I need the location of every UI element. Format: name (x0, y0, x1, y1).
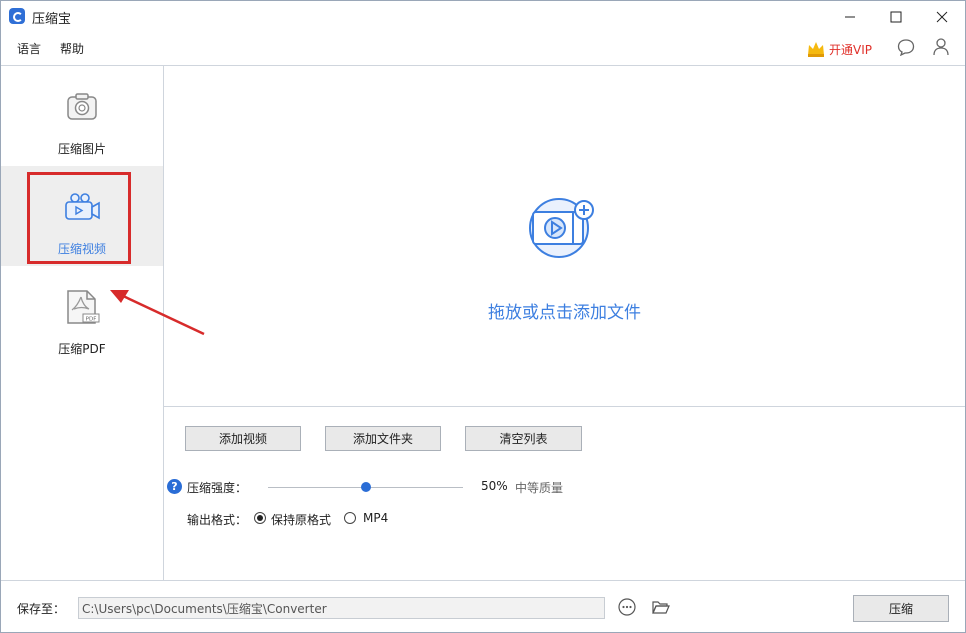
compression-slider-thumb[interactable] (361, 482, 371, 492)
menu-bar: 语言 帮助 开通VIP (1, 34, 965, 64)
maximize-icon (890, 11, 902, 22)
format-option-original[interactable]: 保持原格式 (271, 511, 331, 528)
minimize-button[interactable] (827, 1, 873, 32)
help-icon[interactable]: ? (167, 479, 182, 494)
minimize-icon (845, 16, 855, 17)
bottom-bar: 保存至： (1, 580, 965, 633)
sidebar-item-label: 压缩PDF (58, 342, 106, 356)
quality-text: 中等质量 (515, 481, 564, 495)
folder-open-icon[interactable] (652, 599, 670, 615)
svg-text:PDF: PDF (86, 317, 97, 323)
save-path-input[interactable] (78, 597, 605, 619)
highlight-box (27, 172, 131, 264)
compression-label: 压缩强度： (187, 481, 248, 495)
drop-zone[interactable]: 拖放或点击添加文件 (164, 65, 965, 407)
drop-zone-text: 拖放或点击添加文件 (488, 303, 641, 323)
crown-icon (808, 42, 824, 57)
title-bar: 压缩宝 (1, 1, 965, 32)
camera-icon (67, 93, 97, 120)
sidebar-item-label: 压缩图片 (57, 142, 106, 156)
app-window: 压缩宝 语言 帮助 开通VIP 压缩图片 压缩视频 PDF 压缩PDF 拖放或点… (0, 0, 966, 633)
format-radio-mp4[interactable] (344, 512, 356, 524)
menu-language[interactable]: 语言 (17, 40, 41, 57)
menu-help[interactable]: 帮助 (60, 40, 84, 57)
vip-button[interactable]: 开通VIP (806, 40, 872, 58)
compress-button[interactable]: 压缩 (853, 595, 949, 622)
add-folder-button[interactable]: 添加文件夹 (325, 426, 441, 451)
output-format-label: 输出格式： (187, 513, 248, 527)
pdf-file-icon: PDF (67, 290, 100, 324)
add-video-icon (529, 198, 594, 258)
add-video-button[interactable]: 添加视频 (185, 426, 301, 451)
close-icon (936, 11, 948, 22)
clear-list-button[interactable]: 清空列表 (465, 426, 582, 451)
more-options-icon[interactable] (618, 598, 636, 616)
user-icon[interactable] (932, 37, 950, 57)
close-button[interactable] (919, 1, 965, 32)
maximize-button[interactable] (873, 1, 919, 32)
compression-value: 50% (481, 479, 508, 493)
save-to-label: 保存至： (17, 602, 66, 616)
window-title: 压缩宝 (32, 12, 72, 27)
format-option-mp4[interactable]: MP4 (363, 511, 388, 525)
chat-icon[interactable] (897, 38, 915, 56)
vip-label: 开通VIP (829, 42, 872, 57)
sidebar-item-compress-image[interactable]: 压缩图片 (1, 66, 163, 166)
app-logo-icon (9, 8, 25, 24)
format-radio-original[interactable] (254, 512, 266, 524)
